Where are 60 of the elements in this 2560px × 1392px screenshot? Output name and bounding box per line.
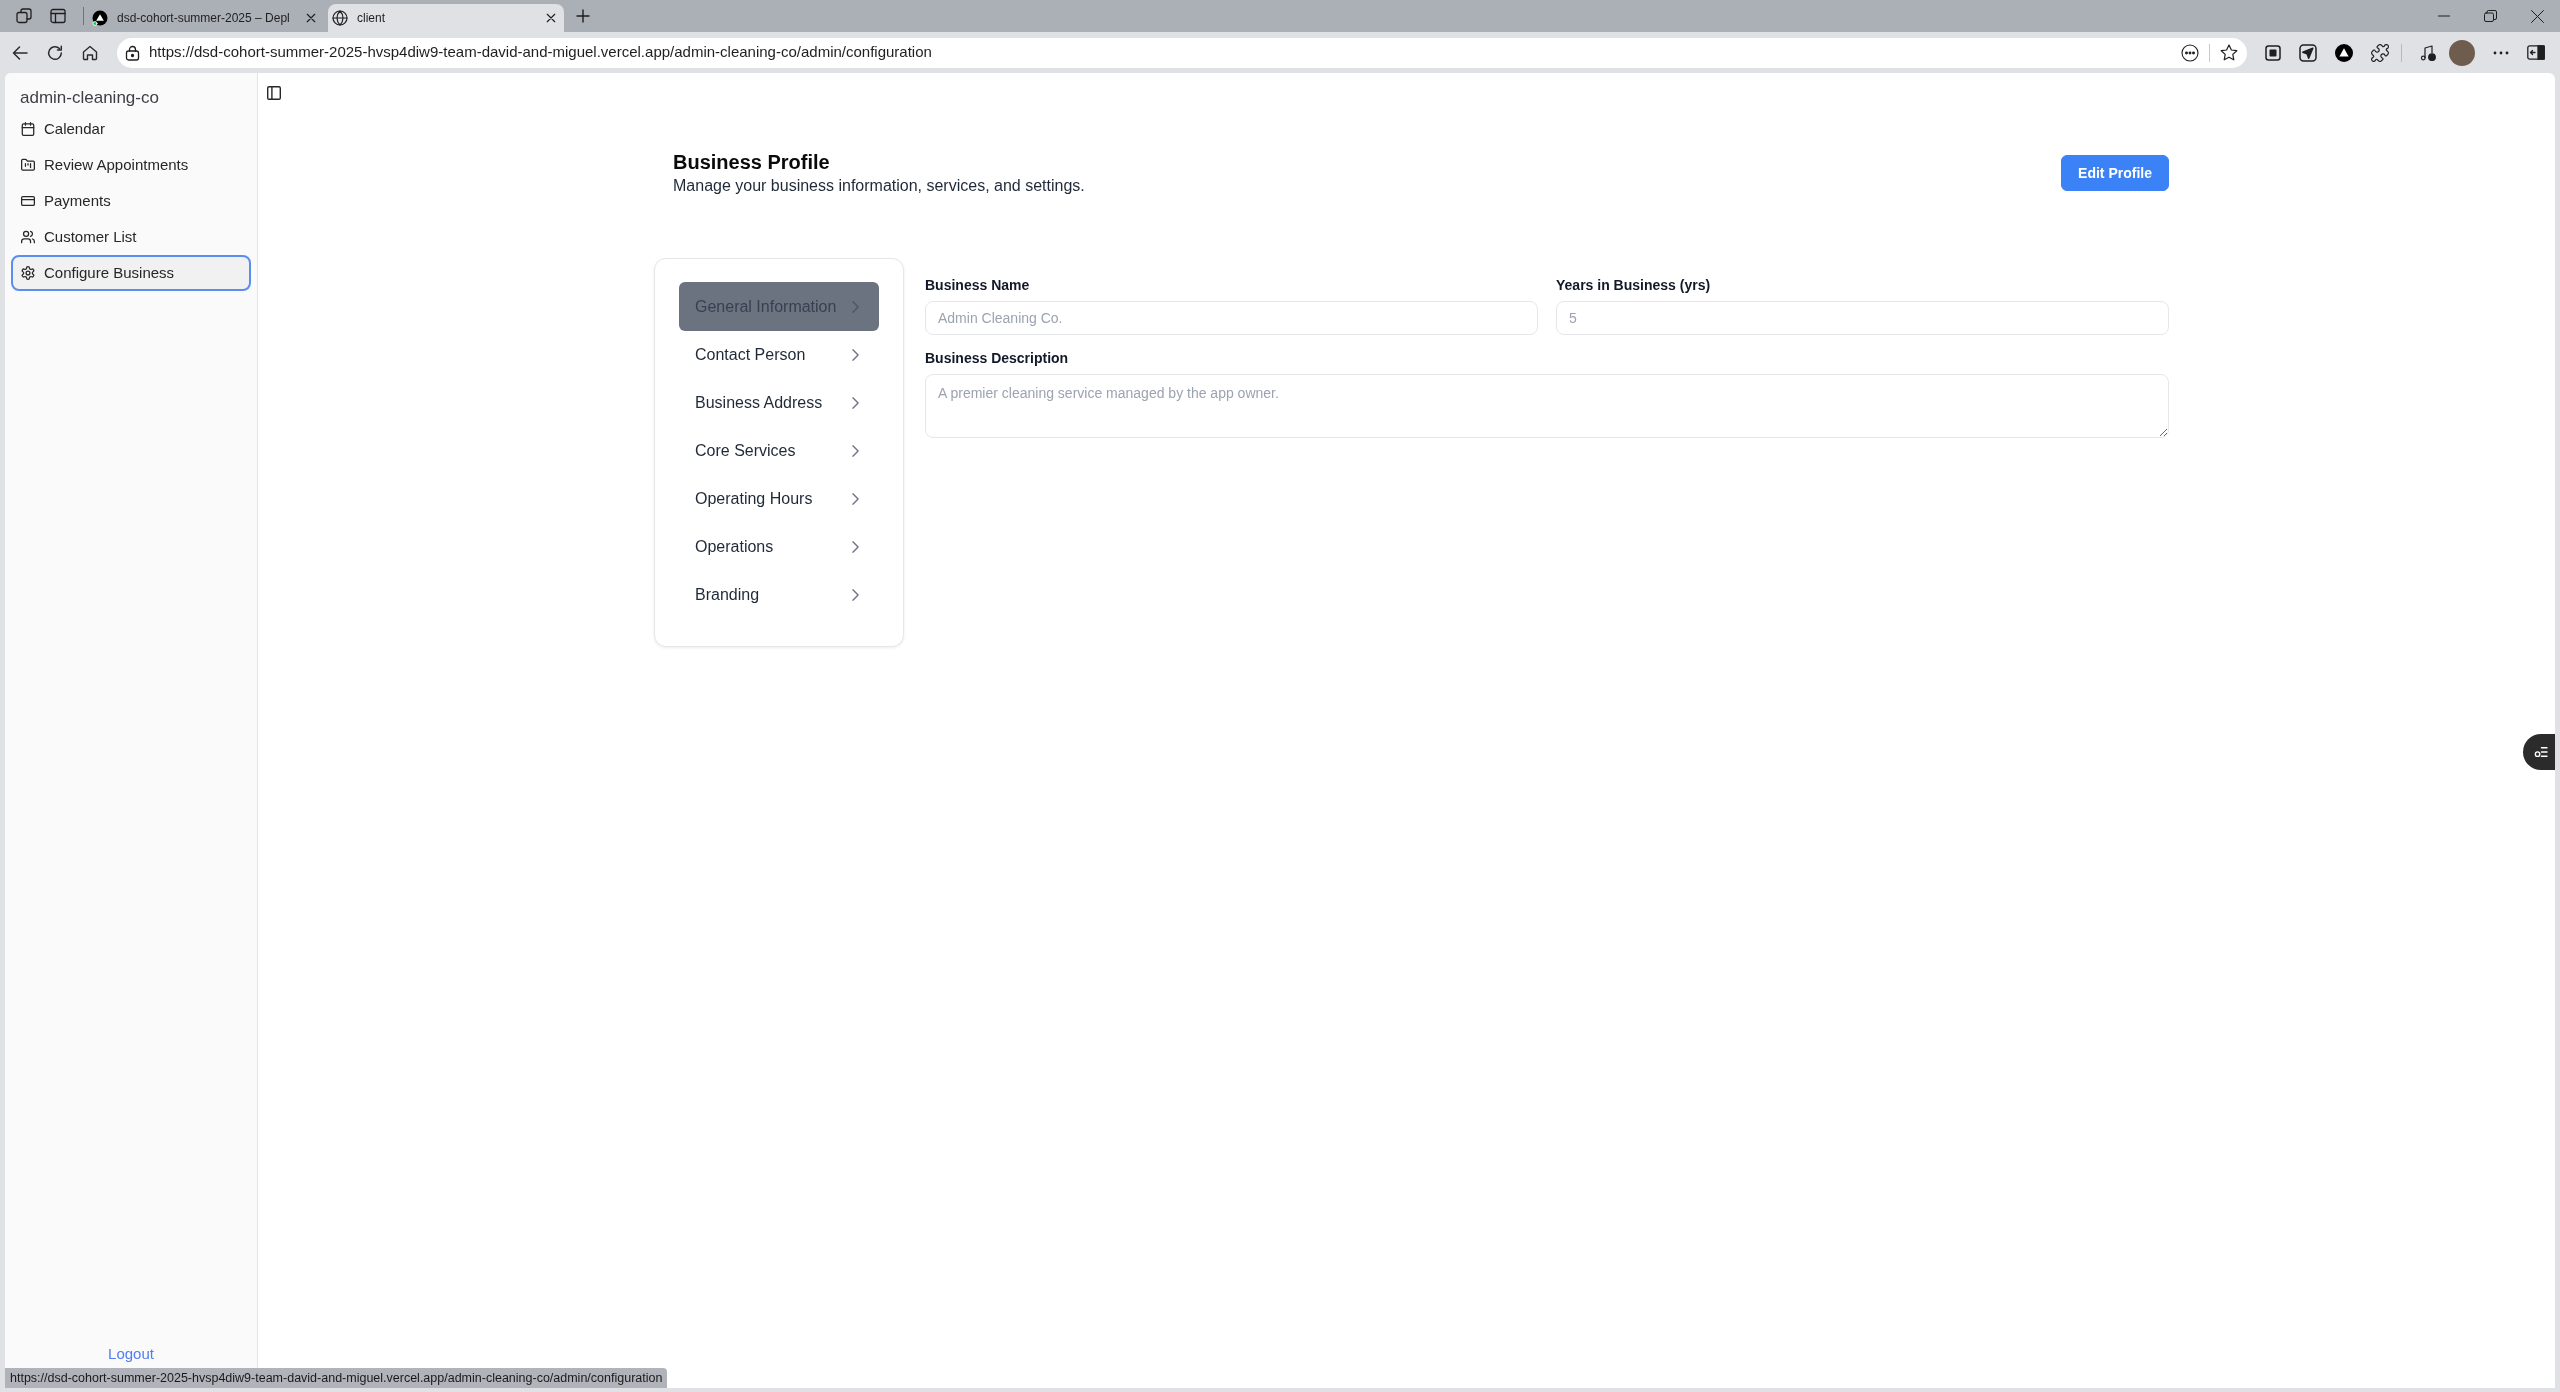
star-icon[interactable]: [2220, 44, 2238, 61]
page-subtitle: Manage your business information, services, and settings.: [673, 176, 1085, 196]
paper-plane-icon[interactable]: [2299, 43, 2317, 62]
chevron-right-icon: [852, 349, 859, 361]
floating-button[interactable]: [2523, 734, 2555, 770]
sidebar-item[interactable]: Configure Business: [11, 255, 251, 291]
puzzle-icon[interactable]: [2371, 43, 2389, 62]
section-nav-item[interactable]: Operations: [679, 523, 879, 571]
chevron-right-icon: [852, 300, 859, 313]
home-icon[interactable]: [82, 44, 98, 61]
close-icon[interactable]: [306, 13, 316, 23]
browser-tab[interactable]: dsd-cohort-summer-2025 – Depl: [88, 4, 324, 32]
box-icon[interactable]: [2265, 44, 2281, 61]
sidebar-title: admin-cleaning-co: [19, 87, 160, 109]
calendar-icon: [21, 122, 35, 136]
restore-icon[interactable]: [2484, 10, 2497, 22]
users-icon: [21, 230, 35, 244]
logout-link[interactable]: Logout: [108, 1344, 154, 1364]
field-label: Business Name: [925, 276, 1031, 295]
address-bar[interactable]: https://dsd-cohort-summer-2025-hvsp4diw9-team-david-and-miguel.vercel.app/admin-cleaning-co/admin/configuration: [117, 37, 2247, 68]
edit-profile-button[interactable]: Edit Profile: [2061, 155, 2169, 191]
section-nav-item[interactable]: Business Address: [679, 379, 879, 427]
plus-icon[interactable]: [576, 9, 590, 23]
chevron-right-icon: [852, 493, 859, 505]
close-icon[interactable]: [2531, 9, 2544, 23]
sidebar-icon[interactable]: [2527, 45, 2545, 60]
section-nav-item[interactable]: Core Services: [679, 427, 879, 475]
folder-icon: [21, 158, 35, 172]
avatar-placeholder[interactable]: [2449, 39, 2475, 66]
browser-tab[interactable]: client: [328, 4, 564, 32]
globe-icon: [332, 10, 348, 26]
chevron-right-icon: [852, 445, 859, 457]
music-note-icon[interactable]: [2420, 44, 2436, 61]
triangle-logo-icon: [92, 10, 108, 26]
list-icon: [2534, 746, 2548, 758]
credit-card-icon: [21, 194, 35, 208]
settings-icon: [21, 266, 35, 280]
back-icon[interactable]: [12, 44, 28, 61]
page-title: Business Profile: [673, 150, 831, 175]
sidebar-toggle-icon[interactable]: [267, 85, 281, 100]
sidebar-item[interactable]: Payments: [11, 183, 251, 219]
field-label: Business Description: [925, 349, 1070, 368]
chevron-right-icon: [852, 589, 859, 601]
sidebar-item[interactable]: Calendar: [11, 111, 251, 147]
more-icon[interactable]: [2493, 50, 2509, 55]
section-nav-item[interactable]: Branding: [679, 571, 879, 619]
overlapping-squares-icon[interactable]: [16, 8, 32, 24]
chevron-right-icon: [852, 541, 859, 553]
panel-icon[interactable]: [50, 8, 66, 24]
lock-icon[interactable]: [125, 44, 140, 61]
sidebar-item[interactable]: Review Appointments: [11, 147, 251, 183]
chevron-right-icon: [852, 397, 859, 409]
link-preview: https://dsd-cohort-summer-2025-hvsp4diw9-team-david-and-miguel.vercel.app/admin-cleaning-co/admin/configuration: [5, 1368, 668, 1388]
section-nav-item[interactable]: Contact Person: [679, 331, 879, 379]
field-label: Years in Business (yrs): [1556, 276, 1712, 295]
sidebar-item[interactable]: Customer List: [11, 219, 251, 255]
reload-icon[interactable]: [47, 44, 63, 61]
more-circle-icon[interactable]: [2181, 43, 2199, 62]
close-icon[interactable]: [546, 13, 556, 23]
section-nav-item[interactable]: Operating Hours: [679, 475, 879, 523]
